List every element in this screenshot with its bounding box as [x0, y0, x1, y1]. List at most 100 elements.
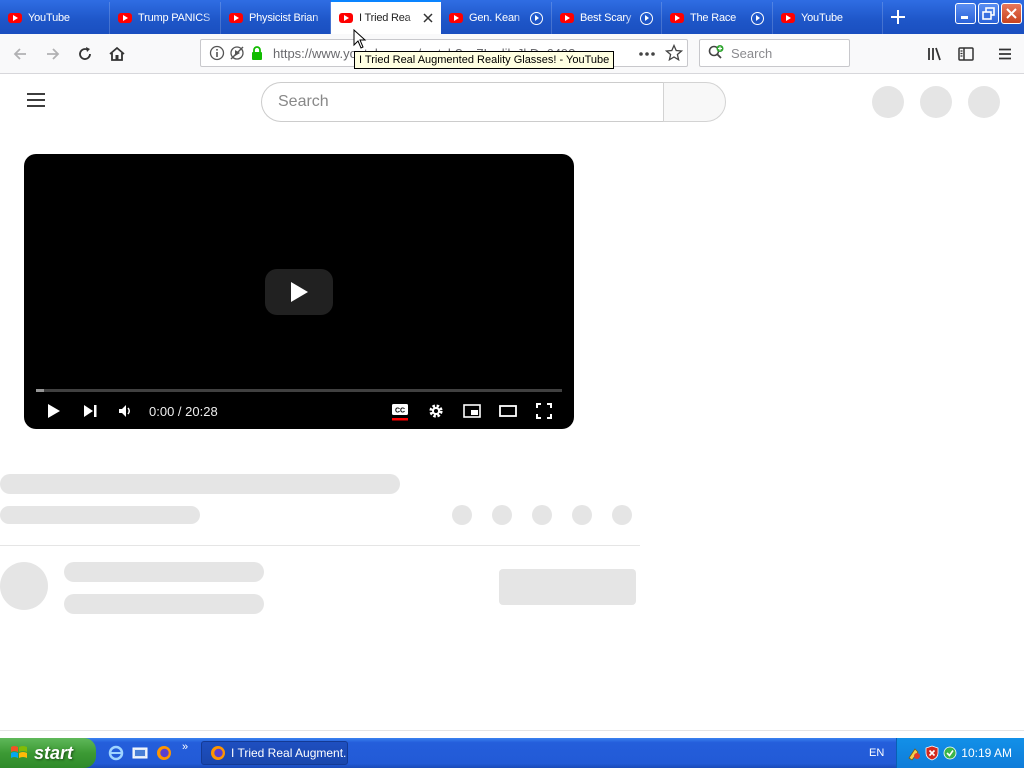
plus-icon	[891, 10, 905, 24]
progress-bar[interactable]	[36, 389, 562, 392]
browser-search-box[interactable]: Search	[699, 39, 850, 67]
youtube-favicon-icon	[339, 13, 353, 23]
system-tray: 10:19 AM	[896, 738, 1024, 768]
tab[interactable]: Gen. Kean	[441, 2, 552, 34]
channel-avatar-placeholder	[0, 562, 48, 610]
update-icon[interactable]	[942, 745, 958, 761]
action-placeholder	[532, 505, 552, 525]
tab[interactable]: YouTube	[0, 2, 110, 34]
youtube-search-input[interactable]: Search	[261, 82, 664, 122]
play-media-icon[interactable]	[640, 11, 653, 25]
menu-button[interactable]	[992, 41, 1018, 67]
back-button[interactable]	[7, 41, 33, 67]
miniplayer-icon	[463, 404, 481, 418]
library-button[interactable]	[922, 41, 948, 67]
close-window-button[interactable]	[1001, 3, 1022, 24]
video-player[interactable]: 0:00 / 20:28 CC	[24, 154, 574, 429]
tab-label: The Race	[690, 12, 737, 24]
tab-tooltip: I Tried Real Augmented Reality Glasses! …	[354, 51, 615, 69]
tab-label: YouTube	[28, 12, 70, 24]
hamburger-menu-icon	[999, 48, 1011, 60]
language-indicator[interactable]: EN	[869, 747, 884, 759]
internet-explorer-icon[interactable]	[108, 745, 124, 761]
home-icon	[109, 46, 125, 61]
volume-button[interactable]	[113, 401, 137, 421]
start-label: start	[34, 742, 74, 763]
close-tab-icon[interactable]	[423, 13, 433, 23]
taskbar: start » I Tried Real Augment... EN 10:19…	[0, 738, 1024, 768]
close-icon	[1006, 8, 1017, 19]
tab[interactable]: Physicist Brian	[221, 2, 331, 34]
play-button[interactable]	[42, 401, 66, 421]
sidebar-button[interactable]	[953, 41, 979, 67]
sidebar-icon	[958, 47, 974, 61]
bookmark-star-icon[interactable]	[665, 44, 683, 62]
restore-window-button[interactable]	[978, 3, 999, 24]
tab[interactable]: YouTube	[773, 2, 883, 34]
search-engine-icon	[708, 45, 724, 59]
tab[interactable]: The Race	[662, 2, 773, 34]
play-media-icon[interactable]	[751, 11, 764, 25]
next-button[interactable]	[78, 401, 102, 421]
lock-icon	[252, 46, 262, 60]
action-placeholder	[492, 505, 512, 525]
volume-icon	[119, 405, 130, 417]
tab[interactable]: Best Scary	[552, 2, 662, 34]
quick-launch-chevron-icon[interactable]: »	[182, 741, 188, 753]
security-alert-icon[interactable]	[924, 745, 940, 761]
start-button[interactable]: start	[0, 738, 96, 768]
fullscreen-button[interactable]	[532, 401, 556, 421]
tab-label: Gen. Kean	[469, 12, 520, 24]
taskbar-item-firefox[interactable]: I Tried Real Augment...	[201, 741, 348, 765]
channel-name-placeholder	[64, 562, 264, 582]
youtube-search-placeholder: Search	[278, 93, 329, 110]
forward-button[interactable]	[40, 41, 66, 67]
metadata-placeholder	[0, 506, 200, 524]
home-button[interactable]	[104, 41, 130, 67]
search-placeholder: Search	[731, 46, 773, 61]
show-desktop-icon[interactable]	[132, 745, 148, 761]
taskbar-item-label: I Tried Real Augment...	[231, 746, 348, 760]
reload-button[interactable]	[72, 41, 98, 67]
youtube-favicon-icon	[8, 13, 22, 23]
youtube-favicon-icon	[781, 13, 795, 23]
youtube-favicon-icon	[118, 13, 132, 23]
tab-active[interactable]: I Tried Rea	[331, 0, 441, 34]
tab-label: YouTube	[801, 12, 843, 24]
forward-arrow-icon	[47, 48, 60, 60]
page-actions-icon[interactable]	[638, 51, 656, 57]
firefox-icon[interactable]	[156, 745, 172, 761]
play-media-icon[interactable]	[530, 11, 543, 25]
settings-button[interactable]	[424, 401, 448, 421]
divider	[0, 545, 640, 546]
new-tab-button[interactable]	[886, 6, 910, 28]
tab[interactable]: Trump PANICS	[110, 2, 221, 34]
reload-icon	[79, 47, 91, 60]
tab-label: Physicist Brian	[249, 12, 319, 24]
action-placeholder	[612, 505, 632, 525]
captions-button[interactable]: CC	[388, 401, 412, 421]
divider	[0, 730, 1024, 731]
theater-mode-button[interactable]	[496, 401, 520, 421]
minimize-window-button[interactable]	[955, 3, 976, 24]
fullscreen-icon	[536, 403, 552, 419]
skip-next-icon	[84, 405, 97, 417]
svg-text:CC: CC	[395, 408, 405, 415]
tab-label: I Tried Rea	[359, 12, 411, 24]
clock: 10:19 AM	[961, 746, 1012, 760]
tab-strip: YouTube Trump PANICS Physicist Brian I Trie…	[0, 0, 1024, 34]
youtube-search-button[interactable]	[663, 82, 726, 122]
play-icon	[291, 282, 308, 302]
miniplayer-button[interactable]	[460, 401, 484, 421]
avatar-placeholder	[872, 86, 904, 118]
avatar-placeholder	[968, 86, 1000, 118]
restore-icon	[982, 7, 995, 20]
large-play-button[interactable]	[265, 269, 333, 315]
youtube-guide-button[interactable]	[26, 92, 46, 108]
play-icon	[48, 404, 60, 418]
back-arrow-icon	[13, 48, 26, 60]
firefox-icon	[211, 746, 225, 760]
network-tool-icon[interactable]	[906, 745, 922, 761]
windows-logo-icon	[11, 746, 27, 758]
minimize-icon	[961, 16, 968, 19]
